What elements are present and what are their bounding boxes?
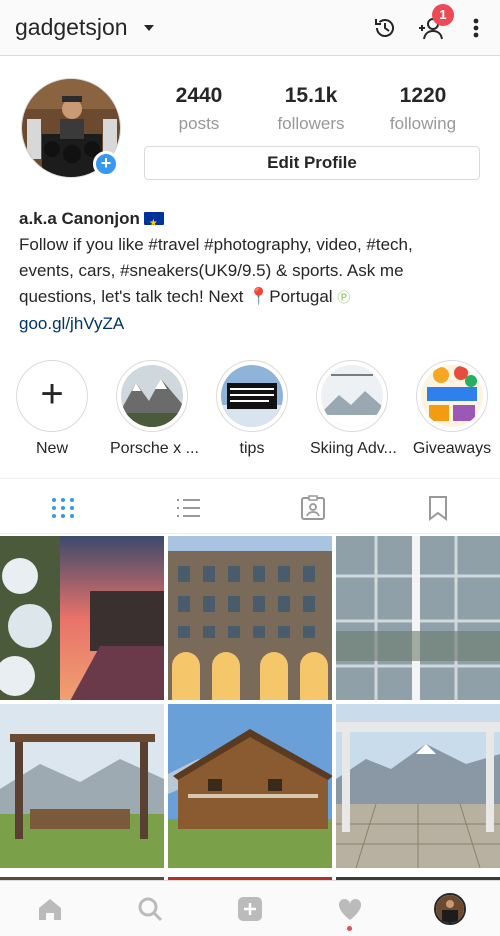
post-thumbnail[interactable] <box>0 704 164 868</box>
highlight-porsche[interactable]: Porsche x ... <box>110 360 199 458</box>
heart-icon[interactable] <box>336 895 364 923</box>
eu-flag-icon <box>143 211 164 237</box>
posts-label: posts <box>178 114 220 133</box>
highlight-new[interactable]: + New <box>10 360 94 458</box>
bio-line-1: Follow if you like #travel #photography,… <box>19 235 413 254</box>
display-name: a.k.a Canonjon <box>19 209 140 228</box>
highlight-thumbnail <box>421 365 483 427</box>
posts-count: 2440 <box>175 84 223 107</box>
saved-bookmark-icon[interactable] <box>424 495 452 521</box>
highlight-label: tips <box>239 440 265 457</box>
bio-link[interactable]: goo.gl/jhVyZA <box>19 311 484 337</box>
highlight-thumbnail <box>221 365 283 427</box>
search-icon[interactable] <box>136 895 164 923</box>
post-thumbnail[interactable] <box>336 872 500 880</box>
plus-icon: + <box>40 372 64 416</box>
username-switcher[interactable]: gadgetsjon <box>15 14 128 41</box>
profile-tabs <box>0 478 500 534</box>
history-icon[interactable] <box>371 14 399 42</box>
bio: a.k.a Canonjon Follow if you like #trave… <box>19 206 484 337</box>
bio-line-2: events, cars, #sneakers(UK9/9.5) & sport… <box>19 261 404 280</box>
highlight-tips[interactable]: tips <box>210 360 294 458</box>
more-vertical-icon[interactable] <box>462 14 490 42</box>
followers-count: 15.1k <box>284 84 338 107</box>
stat-posts[interactable]: 2440 posts <box>144 84 254 134</box>
highlight-label: New <box>35 440 68 457</box>
followers-label: followers <box>277 114 345 133</box>
following-label: following <box>389 114 457 133</box>
chevron-down-icon[interactable] <box>144 25 154 31</box>
post-thumbnail[interactable] <box>0 536 164 700</box>
post-thumbnail[interactable] <box>0 872 164 880</box>
add-story-button[interactable]: + <box>93 151 119 177</box>
notification-badge: 1 <box>432 4 454 26</box>
post-thumbnail[interactable] <box>168 536 332 700</box>
tagged-icon[interactable] <box>299 495 327 521</box>
home-icon[interactable] <box>36 895 64 923</box>
activity-dot <box>347 926 352 931</box>
highlight-label: Porsche x ... <box>110 440 199 457</box>
following-count: 1220 <box>399 84 447 107</box>
bio-line-3: questions, let's talk tech! Next <box>19 287 244 306</box>
new-post-icon[interactable] <box>236 895 264 923</box>
list-view-icon[interactable] <box>174 495 202 521</box>
post-thumbnail[interactable] <box>336 536 500 700</box>
post-thumbnail[interactable] <box>336 704 500 868</box>
highlight-thumbnail <box>321 365 383 427</box>
highlight-label: Skiing Adv... <box>310 440 397 457</box>
highlight-skiing[interactable]: Skiing Adv... <box>310 360 397 458</box>
profile-tab-avatar[interactable] <box>434 893 466 925</box>
bio-line-3-end: Portugal <box>269 287 333 306</box>
stat-following[interactable]: 1220 following <box>368 84 478 134</box>
highlight-label: Giveaways <box>412 440 492 457</box>
parking-icon: Ⓟ <box>337 290 351 305</box>
stat-followers[interactable]: 15.1k followers <box>256 84 366 134</box>
top-bar: gadgetsjon 1 <box>0 0 500 56</box>
grid-view-icon[interactable] <box>49 495 77 521</box>
post-thumbnail[interactable] <box>168 872 332 880</box>
highlight-giveaways[interactable]: Giveaways <box>410 360 494 458</box>
bottom-nav <box>0 880 500 936</box>
edit-profile-button[interactable]: Edit Profile <box>144 146 480 180</box>
post-thumbnail[interactable] <box>168 704 332 868</box>
highlight-thumbnail <box>121 365 183 427</box>
pin-icon: 📍 <box>248 287 270 306</box>
